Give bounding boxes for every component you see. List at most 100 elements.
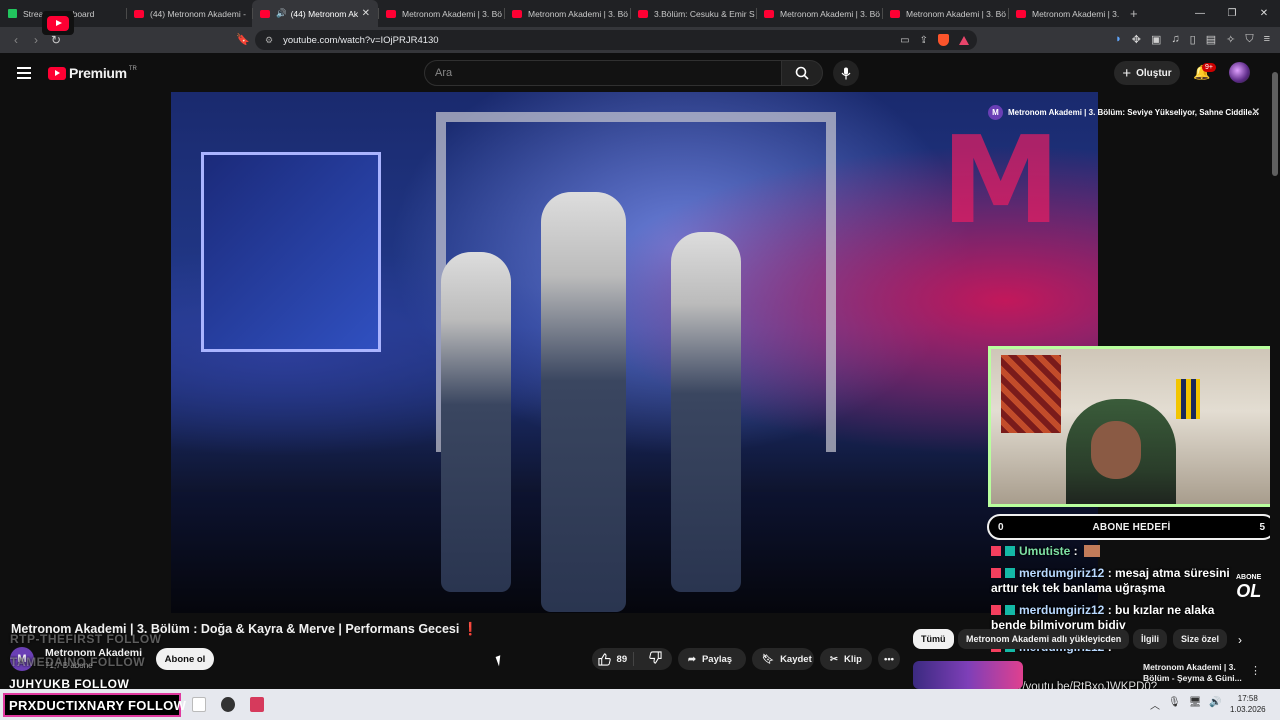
like-count: 89 — [616, 653, 628, 665]
notifications-badge: 9+ — [1202, 63, 1216, 72]
tab-metronom-4[interactable]: Metronom Akademi | 3. Bö — [504, 0, 630, 27]
network-icon[interactable]: 🖥 — [1189, 697, 1202, 712]
extensions-icon[interactable]: ✥ — [1132, 33, 1141, 46]
clip-button[interactable]: ✂ Klip — [820, 648, 872, 670]
chat-badge-icon — [991, 568, 1017, 578]
system-clock[interactable]: 17:58 1.03.2026 — [1230, 693, 1266, 715]
vpn-icon[interactable]: ⛉ — [1245, 33, 1253, 46]
system-tray: ︿ 🎙 🖥 🔊 — [1150, 697, 1222, 712]
mic-icon — [841, 67, 851, 79]
chip-uploader[interactable]: Metronom Akademi adlı yükleyicden — [958, 629, 1130, 649]
tab-metronom-active[interactable]: 🔊 (44) Metronom Ak ✕ — [252, 0, 378, 27]
kebab-menu-icon[interactable]: ⋮ — [1250, 664, 1261, 677]
youtube-play-icon — [47, 15, 69, 31]
close-tab-icon[interactable]: ✕ — [362, 8, 370, 19]
youtube-masthead: Premium TR Ara + Oluştur 🔔 9+ — [0, 53, 1280, 92]
bookmark-icon[interactable]: 🔖 — [236, 33, 250, 46]
minimize-icon[interactable]: — — [1184, 8, 1216, 19]
share-arrow-icon: ➦ — [688, 653, 696, 665]
share-label: Paylaş — [701, 653, 733, 665]
thumbs-up-icon — [597, 652, 611, 666]
new-tab-button[interactable]: + — [1130, 6, 1138, 21]
site-info-icon[interactable]: ⚙ — [265, 35, 273, 46]
follower-alert: RTP-THEFIRST FOLLOW — [10, 632, 162, 646]
leo-icon[interactable]: ◗ — [1115, 33, 1122, 46]
chip-related[interactable]: İlgili — [1133, 629, 1167, 649]
chip-for-you[interactable]: Size özel — [1173, 629, 1228, 649]
follower-alert: TAMEDAINO FOLLOW — [10, 655, 146, 669]
dancer — [541, 192, 626, 612]
voice-search-button[interactable] — [833, 60, 859, 86]
tray-chevron-icon[interactable]: ︿ — [1150, 697, 1160, 712]
screenshot-icon[interactable]: ▣ — [1151, 33, 1161, 46]
microphone-icon[interactable]: 🎙 — [1168, 697, 1181, 712]
emote-icon — [1084, 545, 1101, 557]
account-avatar[interactable] — [1229, 62, 1250, 83]
wallet-icon[interactable]: ▤ — [1206, 33, 1216, 46]
tab-metronom-3[interactable]: Metronom Akademi | 3. Bö — [378, 0, 504, 27]
now-playing-bar: M Metronom Akademi | 3. Bölüm: Seviye Yü… — [988, 101, 1268, 123]
mouse-cursor — [495, 653, 509, 667]
share-button[interactable]: ➦ Paylaş — [678, 648, 746, 670]
share-icon[interactable]: ⇪ — [920, 35, 928, 46]
dancer — [441, 252, 511, 592]
back-icon[interactable]: ‹ — [6, 33, 26, 47]
youtube-icon — [260, 9, 270, 18]
like-button[interactable]: 89 — [592, 652, 634, 666]
like-dislike-group: 89 — [592, 648, 672, 670]
more-actions-button[interactable]: ••• — [878, 648, 900, 670]
subscribe-button[interactable]: Abone ol — [156, 648, 214, 670]
chat-message: merdumgiriz12 : mesaj atma süresini artt… — [991, 566, 1230, 595]
tab-label: Metronom Akademi | 3. Bö — [906, 8, 1007, 19]
youtube-premium-logo[interactable]: Premium TR — [48, 65, 137, 81]
dislike-button[interactable] — [640, 651, 672, 667]
country-code: TR — [128, 66, 137, 72]
brave-shields-icon[interactable] — [938, 34, 949, 46]
window-controls: — ❐ ✕ — [1184, 0, 1280, 27]
obs-icon[interactable] — [221, 697, 235, 712]
chip-all[interactable]: Tümü — [913, 629, 954, 649]
forward-icon[interactable]: › — [26, 33, 46, 47]
youtube-icon — [764, 9, 774, 18]
url-field[interactable]: ⚙ youtube.com/watch?v=IOjPRJR4130 ▭ ⇪ — [255, 30, 977, 50]
brave-rewards-icon[interactable] — [959, 35, 969, 45]
streamer-face — [1091, 421, 1141, 479]
restore-icon[interactable]: ❐ — [1216, 8, 1248, 19]
guide-menu-icon[interactable] — [17, 67, 31, 82]
clock-date: 1.03.2026 — [1230, 705, 1266, 714]
tab-metronom-8[interactable]: Metronom Akademi | 3. Bö — [1008, 0, 1122, 27]
save-button[interactable]: 🔖︎ Kaydet — [752, 648, 814, 670]
media-icon[interactable]: ♫ — [1171, 33, 1179, 46]
create-button[interactable]: + Oluştur — [1114, 61, 1180, 85]
search-button[interactable] — [781, 60, 823, 86]
related-video-title[interactable]: Metronom Akademi | 3. Bölüm - Şeyma & Gü… — [1143, 662, 1243, 684]
ai-icon[interactable]: ✧ — [1226, 33, 1235, 46]
search-input[interactable]: Ara — [424, 60, 782, 86]
tab-metronom-5[interactable]: 3.Bölüm: Cesuku & Emir S — [630, 0, 756, 27]
tab-metronom-1[interactable]: (44) Metronom Akademi - — [126, 0, 252, 27]
file-icon[interactable] — [192, 697, 206, 712]
sidebar-icon[interactable]: ▯ — [1190, 33, 1196, 46]
metronom-stage-logo: M — [941, 112, 1061, 251]
close-window-icon[interactable]: ✕ — [1248, 8, 1280, 19]
goal-current: 0 — [998, 521, 1004, 533]
youtube-icon — [512, 9, 522, 18]
save-label: Kaydet — [780, 653, 812, 665]
video-player[interactable]: M — [171, 92, 1098, 613]
tab-metronom-6[interactable]: Metronom Akademi | 3. Bö — [756, 0, 882, 27]
wall-jersey — [1176, 379, 1200, 419]
reload-icon[interactable]: ↻ — [46, 33, 66, 47]
cast-icon[interactable]: ▭ — [900, 35, 909, 46]
scrollbar-thumb[interactable] — [1272, 72, 1278, 176]
tab-label: Metronom Akademi | 3. Bö — [780, 8, 881, 19]
related-video-thumbnail[interactable] — [913, 661, 1023, 689]
browser-tab-strip: Stream Dashboard (44) Metronom Akademi -… — [0, 0, 1280, 27]
menu-icon[interactable]: ≡ — [1264, 33, 1270, 46]
chevron-right-icon[interactable]: › — [1238, 633, 1242, 647]
close-icon[interactable]: ✕ — [1252, 107, 1260, 118]
volume-icon[interactable]: 🔊 — [1209, 697, 1221, 712]
brave-icon[interactable] — [250, 697, 264, 712]
wall-rug — [1001, 355, 1061, 433]
tab-metronom-7[interactable]: Metronom Akademi | 3. Bö — [882, 0, 1008, 27]
thumbs-down-icon — [649, 651, 662, 664]
